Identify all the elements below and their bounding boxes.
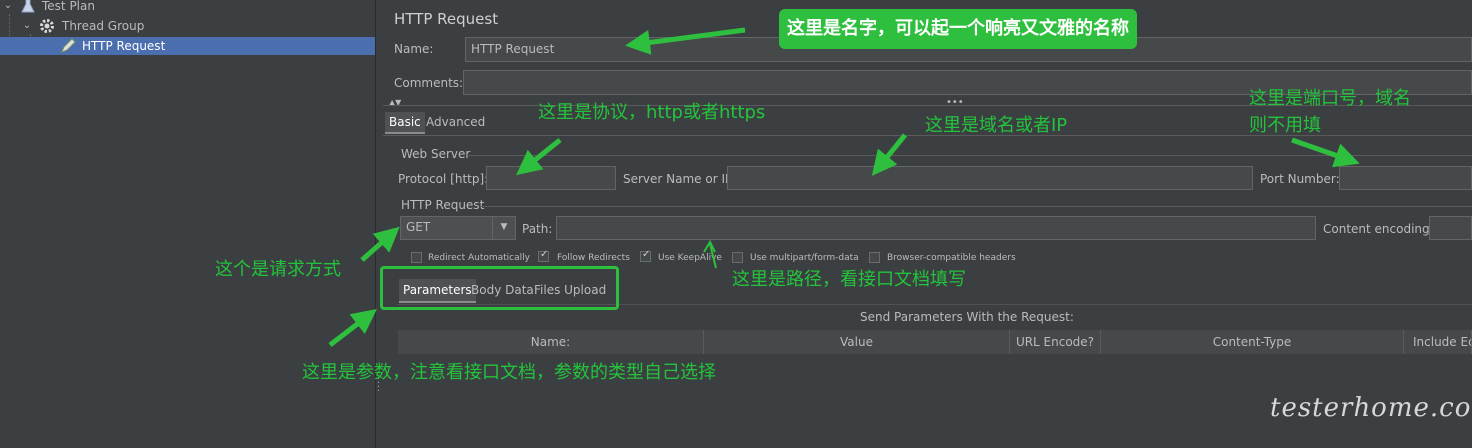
arrow-to-server-field xyxy=(871,133,907,176)
watermark-text: testerhome.com xyxy=(1270,393,1472,423)
annotation-arrows xyxy=(328,27,1360,347)
arrow-to-name-field xyxy=(625,27,746,55)
arrow-to-method-select xyxy=(360,226,400,262)
arrow-to-parameter-tabs xyxy=(328,308,377,347)
arrow-to-protocol-field xyxy=(516,138,562,176)
arrow-to-port-field xyxy=(1291,137,1360,168)
